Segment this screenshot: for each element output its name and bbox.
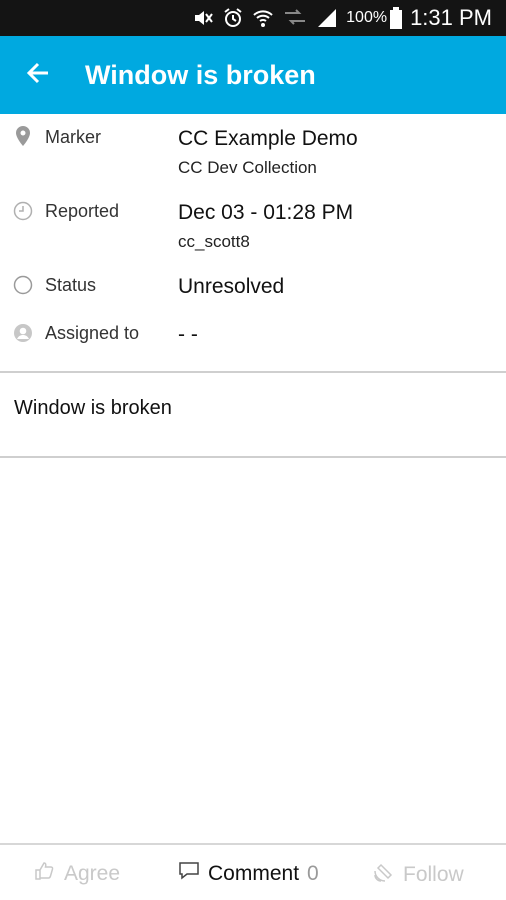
assigned-value: - - bbox=[178, 323, 198, 346]
assigned-label: Assigned to bbox=[45, 323, 140, 343]
thumbs-up-icon bbox=[34, 861, 54, 886]
alarm-icon bbox=[222, 7, 244, 29]
follow-button[interactable]: Follow bbox=[373, 861, 464, 888]
page-title: Window is broken bbox=[85, 59, 316, 90]
mute-icon bbox=[192, 7, 214, 29]
reported-label: Reported bbox=[45, 201, 120, 221]
clock-icon bbox=[13, 201, 33, 221]
comment-button[interactable]: Comment 0 bbox=[178, 861, 319, 886]
clock-time: 1:31 PM bbox=[410, 5, 492, 30]
status-bar: 100% 1:31 PM bbox=[0, 0, 506, 36]
person-icon bbox=[13, 323, 33, 343]
wifi-icon bbox=[252, 7, 274, 29]
back-button[interactable] bbox=[0, 36, 76, 114]
data-icon bbox=[282, 7, 308, 29]
bottom-action-bar: Agree Comment 0 Follow bbox=[0, 843, 506, 900]
marker-collection: CC Dev Collection bbox=[178, 158, 317, 177]
reported-date: Dec 03 - 01:28 PM bbox=[178, 201, 354, 224]
divider-top bbox=[0, 371, 506, 373]
marker-value: CC Example Demo bbox=[178, 127, 358, 150]
issue-details: Marker CC Example Demo CC Dev Collection… bbox=[0, 114, 506, 372]
battery-icon bbox=[390, 7, 403, 29]
satellite-icon bbox=[373, 861, 395, 888]
marker-label: Marker bbox=[45, 127, 102, 147]
agree-label: Agree bbox=[64, 861, 121, 885]
comment-count: 0 bbox=[307, 861, 319, 885]
agree-button[interactable]: Agree bbox=[34, 861, 120, 886]
reporter-username: cc_scott8 bbox=[178, 232, 250, 251]
arrow-left-icon bbox=[26, 61, 50, 90]
circle-icon bbox=[13, 275, 33, 295]
comment-label: Comment bbox=[208, 861, 300, 885]
status-label: Status bbox=[45, 275, 97, 295]
divider-bottom bbox=[0, 456, 506, 458]
map-pin-icon bbox=[13, 126, 33, 146]
status-value: Unresolved bbox=[178, 275, 285, 298]
speech-bubble-icon bbox=[178, 861, 200, 886]
follow-label: Follow bbox=[403, 862, 464, 886]
signal-icon bbox=[316, 7, 338, 29]
app-bar: Window is broken bbox=[0, 36, 506, 114]
battery-percentage: 100% bbox=[346, 9, 388, 26]
issue-description: Window is broken bbox=[14, 397, 172, 419]
